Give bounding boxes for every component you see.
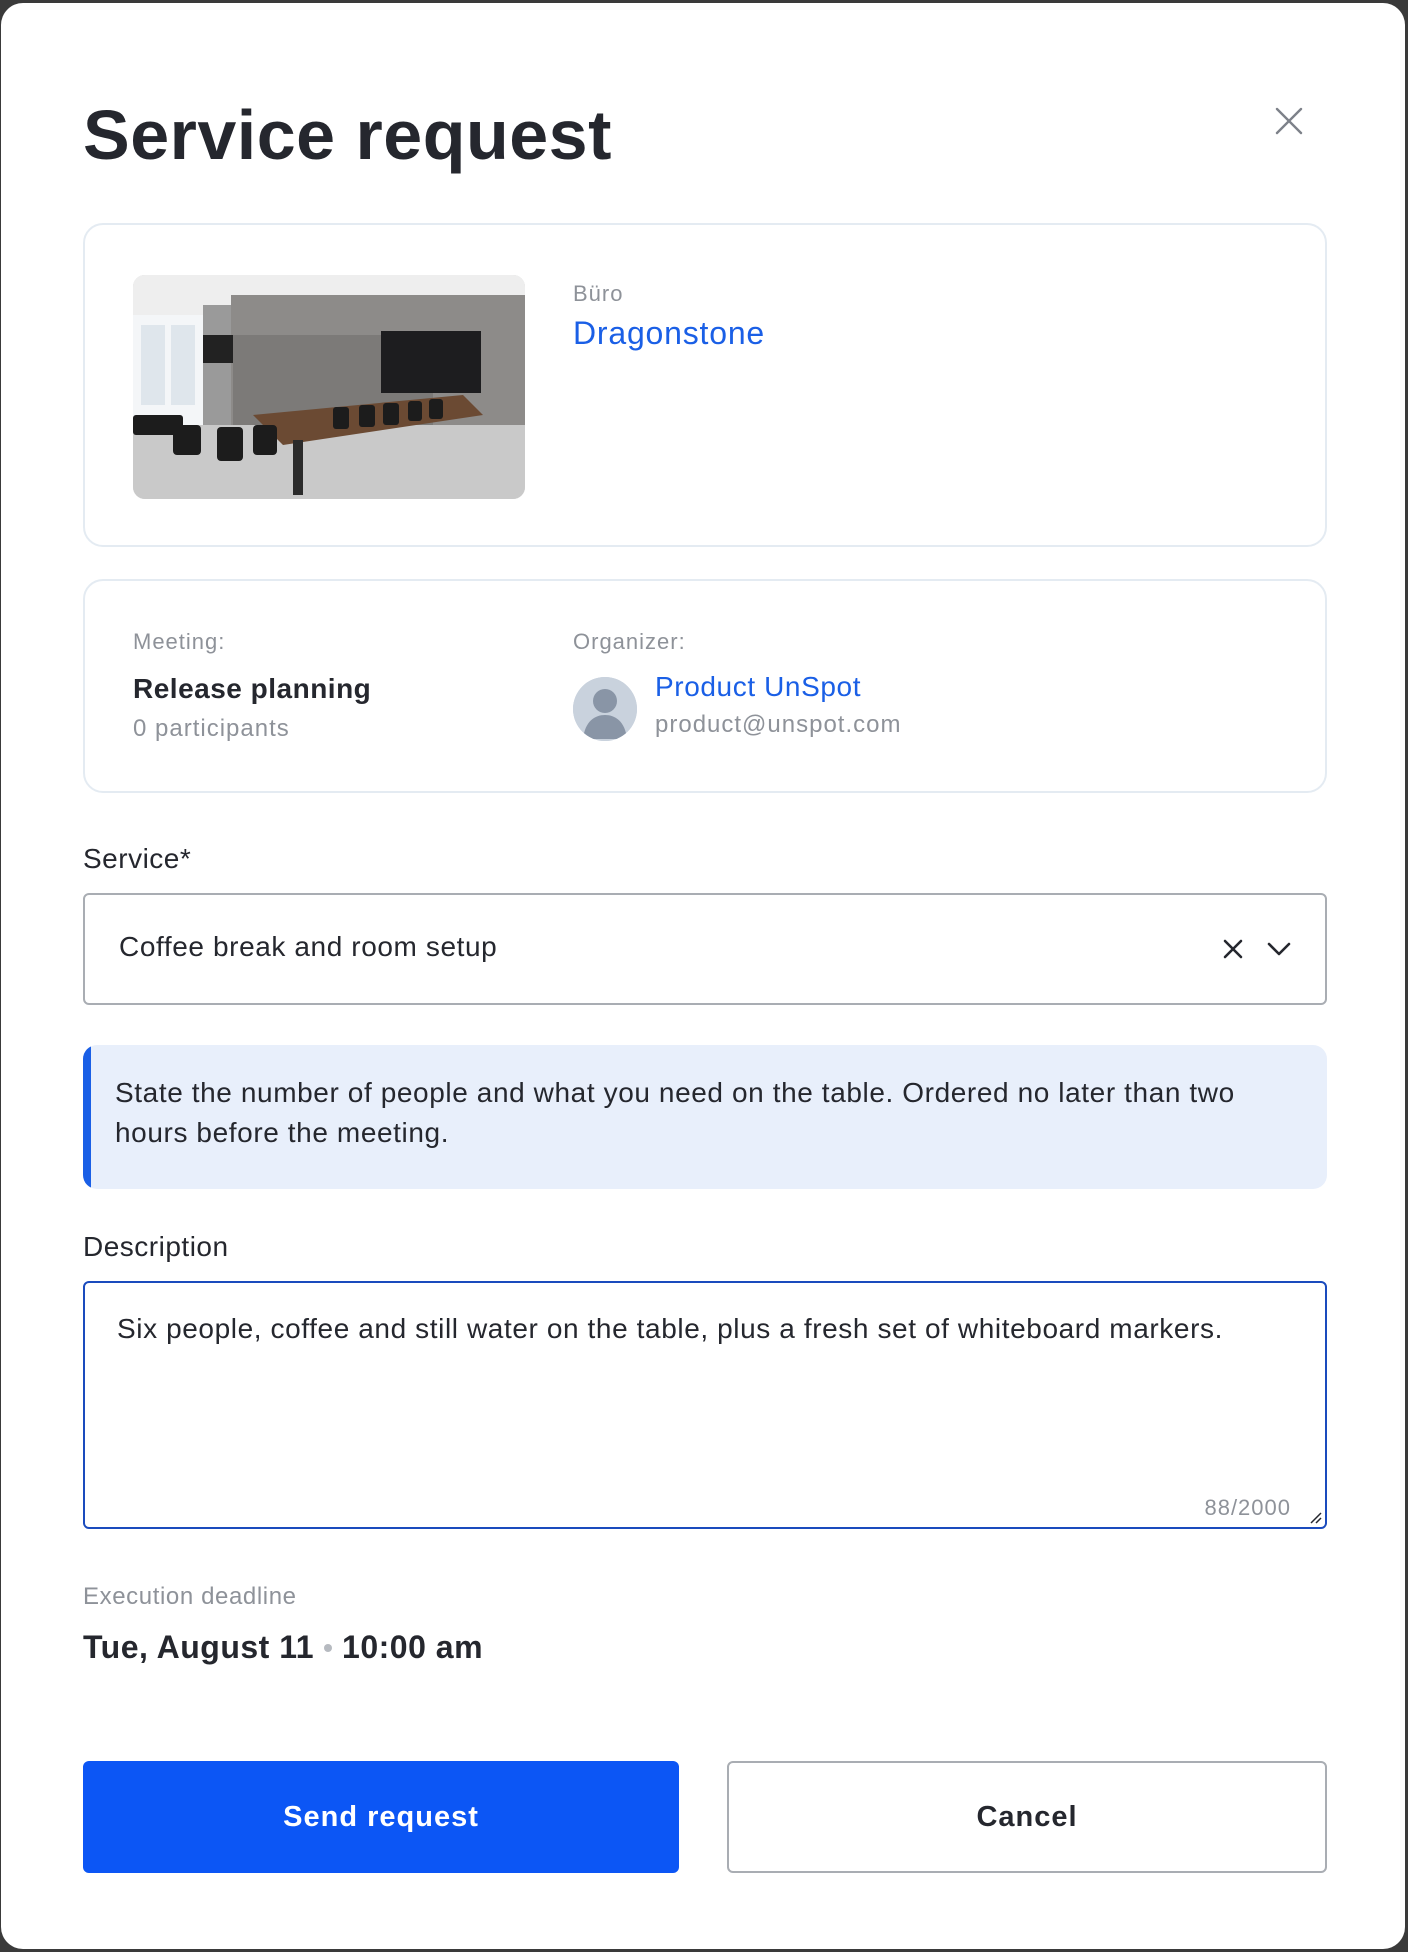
service-info-text: State the number of people and what you … [115, 1077, 1235, 1148]
meeting-card: Meeting: Release planning 0 participants… [83, 579, 1327, 793]
service-field-label: Service* [83, 843, 192, 874]
separator-dot [324, 1643, 333, 1652]
organizer-name-link[interactable]: Product UnSpot [655, 671, 861, 703]
close-icon[interactable] [1269, 101, 1309, 141]
room-type-label: Büro [573, 281, 624, 306]
meeting-name: Release planning [133, 673, 372, 704]
chevron-down-icon[interactable] [1265, 939, 1293, 959]
deadline-label: Execution deadline [83, 1583, 297, 1610]
clear-icon[interactable] [1219, 935, 1247, 963]
description-field-label: Description [83, 1231, 229, 1262]
service-select[interactable]: Coffee break and room setup [83, 893, 1327, 1005]
user-avatar-icon [573, 677, 637, 741]
service-info-callout: State the number of people and what you … [83, 1045, 1327, 1189]
description-textarea[interactable]: Six people, coffee and still water on th… [83, 1281, 1327, 1529]
cancel-button[interactable]: Cancel [727, 1761, 1327, 1873]
description-value: Six people, coffee and still water on th… [117, 1313, 1223, 1344]
meeting-label: Meeting: [133, 629, 226, 654]
organizer-email: product@unspot.com [655, 711, 902, 738]
deadline-value: Tue, August 11 10:00 am [83, 1629, 483, 1666]
organizer-label: Organizer: [573, 629, 686, 654]
resize-handle-icon[interactable] [1307, 1509, 1323, 1525]
room-card: Büro Dragonstone [83, 223, 1327, 547]
room-name-link[interactable]: Dragonstone [573, 315, 765, 352]
deadline-date: Tue, August 11 [83, 1629, 315, 1665]
character-counter: 88/2000 [1204, 1495, 1291, 1520]
info-accent-bar [83, 1045, 91, 1189]
conference-room-photo [133, 275, 525, 499]
deadline-time: 10:00 am [342, 1629, 484, 1665]
service-request-dialog: Service request Büro Dragonstone Meeting… [1, 3, 1405, 1949]
participant-count: 0 participants [133, 715, 290, 742]
service-select-value: Coffee break and room setup [119, 931, 498, 962]
send-request-button[interactable]: Send request [83, 1761, 679, 1873]
dialog-title: Service request [83, 96, 612, 174]
